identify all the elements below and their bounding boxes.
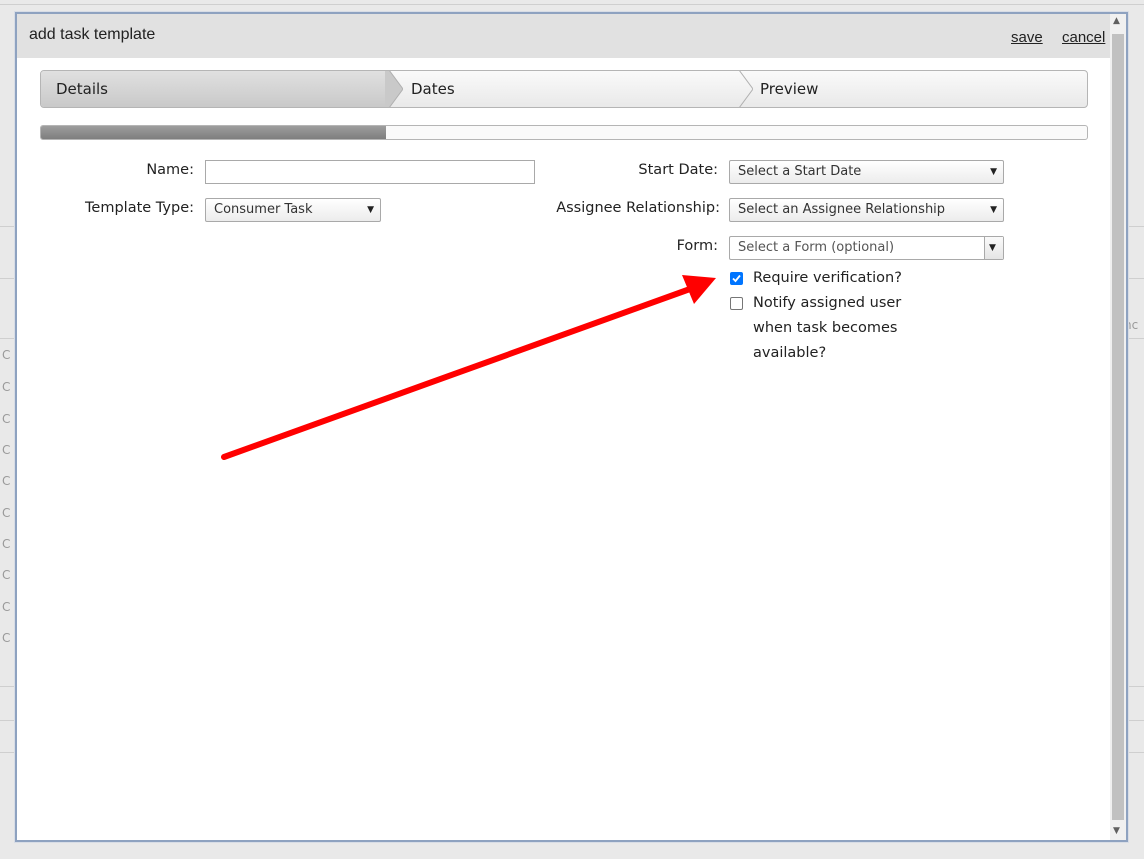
background-row-letter: C [2, 537, 11, 551]
chevron-down-icon: ▼ [990, 205, 997, 215]
start-date-value: Select a Start Date [738, 164, 862, 179]
assignee-relationship-value: Select an Assignee Relationship [738, 202, 946, 217]
cancel-link[interactable]: cancel [1062, 29, 1105, 46]
add-task-template-dialog: add task template save cancel ▲ ▼ Detail… [15, 12, 1128, 842]
start-date-label: Start Date: [638, 162, 718, 178]
scroll-up-icon[interactable]: ▲ [1113, 16, 1120, 26]
notify-user-checkbox[interactable] [730, 297, 743, 310]
background-row-letter: C [2, 380, 11, 394]
background-row-letter: C [2, 600, 11, 614]
scroll-down-icon[interactable]: ▼ [1113, 826, 1120, 836]
background-row-letter: C [2, 443, 11, 457]
background-row-letter: C [2, 474, 11, 488]
checkmark-icon [732, 274, 741, 283]
step-details-label: Details [56, 80, 109, 98]
template-type-select[interactable]: Consumer Task ▼ [205, 198, 381, 222]
dialog-titlebar: add task template save cancel [17, 14, 1110, 58]
step-separator-icon [739, 71, 753, 107]
start-date-select[interactable]: Select a Start Date ▼ [729, 160, 1004, 184]
save-link[interactable]: save [1011, 29, 1043, 46]
background-row-letter: C [2, 631, 11, 645]
notify-user-label: Notify assigned user when task becomes a… [753, 295, 902, 361]
background-row-letter: C [2, 412, 11, 426]
form-combobox-placeholder: Select a Form (optional) [738, 240, 895, 255]
chevron-down-icon: ▼ [989, 243, 996, 253]
form-label: Form: [676, 238, 718, 254]
background-row-letter: C [2, 568, 11, 582]
dialog-scrollbar[interactable]: ▲ ▼ [1110, 14, 1126, 840]
background-row-letter: C [2, 348, 11, 362]
step-dates[interactable]: Dates [411, 71, 731, 107]
require-verification-label: Require verification? [753, 270, 902, 286]
progress-fill [41, 126, 387, 139]
chevron-down-icon: ▼ [990, 167, 997, 177]
step-preview[interactable]: Preview [760, 71, 1080, 107]
name-label: Name: [146, 162, 194, 178]
require-verification-checkbox[interactable] [730, 272, 743, 285]
assignee-relationship-label: Assignee Relationship: [556, 200, 720, 216]
background-row-letter: C [2, 506, 11, 520]
step-separator-icon [385, 71, 403, 107]
wizard-progress-bar [40, 125, 1088, 140]
scroll-thumb[interactable] [1112, 34, 1124, 820]
form-combobox-button[interactable]: ▼ [984, 237, 1003, 259]
template-type-value: Consumer Task [214, 202, 313, 217]
step-details[interactable]: Details [41, 71, 389, 107]
step-preview-label: Preview [760, 80, 819, 98]
wizard-steps: Details Dates Preview [40, 70, 1088, 108]
chevron-down-icon: ▼ [367, 205, 374, 215]
step-dates-label: Dates [411, 80, 455, 98]
form-combobox[interactable]: Select a Form (optional) ▼ [729, 236, 1004, 260]
template-type-label: Template Type: [85, 200, 194, 216]
dialog-title: add task template [29, 26, 156, 43]
assignee-relationship-select[interactable]: Select an Assignee Relationship ▼ [729, 198, 1004, 222]
